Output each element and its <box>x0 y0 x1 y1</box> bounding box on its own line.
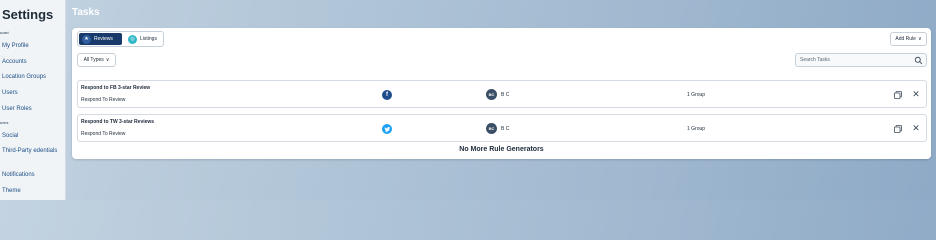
sidebar-item-users[interactable]: Users <box>2 90 18 97</box>
all-types-label: All Types <box>83 57 104 63</box>
task-group-count: 1 Group <box>687 126 706 132</box>
sidebar-item-user-roles[interactable]: User Roles <box>2 106 32 113</box>
search-box <box>795 53 927 67</box>
sidebar-item-theme[interactable]: Theme <box>2 188 21 195</box>
sidebar-item-accounts[interactable]: Accounts <box>2 59 27 66</box>
star-icon: ★ <box>82 34 91 44</box>
listings-icon: ◎ <box>128 34 137 44</box>
facebook-icon: f <box>382 90 392 100</box>
sidebar-item-location-groups[interactable]: Location Groups <box>2 74 46 81</box>
tab-reviews[interactable]: ★ Reviews <box>79 33 122 45</box>
avatar: BC <box>486 89 497 100</box>
chevron-down-icon: ∨ <box>917 36 922 42</box>
task-group-count: 1 Group <box>687 92 706 98</box>
search-icon[interactable] <box>914 56 923 65</box>
tab-reviews-label: Reviews <box>94 36 113 42</box>
task-row[interactable]: Respond to FB 3-star Review Respond To R… <box>77 80 927 108</box>
twitter-icon <box>382 124 392 134</box>
sidebar-item-notifications[interactable]: Notifications <box>2 172 35 179</box>
task-owner: B C <box>501 92 510 98</box>
all-types-dropdown[interactable]: All Types ∨ <box>77 53 116 67</box>
task-owner: B C <box>501 126 510 132</box>
sidebar-item-social[interactable]: Social <box>2 133 18 140</box>
tab-group: ★ Reviews ◎ Listings <box>77 31 164 47</box>
task-title: Respond to TW 3-star Reviews <box>81 119 155 125</box>
close-icon[interactable]: ✕ <box>910 122 922 134</box>
page-title: Tasks <box>72 7 100 18</box>
close-icon[interactable]: ✕ <box>910 88 922 100</box>
search-input[interactable] <box>796 54 908 66</box>
chevron-down-icon: ∨ <box>105 57 110 63</box>
add-rule-button[interactable]: Add Rule ∨ <box>890 32 927 46</box>
copy-icon[interactable] <box>893 90 903 100</box>
task-row[interactable]: Respond to TW 3-star Reviews Respond To … <box>77 114 927 142</box>
twitter-bird-icon <box>383 126 390 132</box>
sidebar-title: Settings <box>2 7 54 22</box>
sidebar-item-my-profile[interactable]: My Profile <box>2 43 29 50</box>
settings-sidebar: Settings ount My Profile Accounts Locati… <box>0 0 66 200</box>
copy-icon[interactable] <box>893 124 903 134</box>
sidebar-section-features: ures <box>0 120 9 125</box>
tab-listings-label: Listings <box>140 36 157 42</box>
no-more-message: No More Rule Generators <box>459 146 544 153</box>
tab-listings[interactable]: ◎ Listings <box>125 33 163 45</box>
add-rule-label: Add Rule <box>895 36 916 42</box>
sidebar-section-account: ount <box>0 30 9 35</box>
sidebar-item-third-party-credentials[interactable]: Third-Party edentials <box>2 148 62 155</box>
task-type: Respond To Review <box>81 97 126 103</box>
task-title: Respond to FB 3-star Review <box>81 85 151 91</box>
tasks-panel: ★ Reviews ◎ Listings Add Rule ∨ All Type… <box>72 28 931 159</box>
avatar: BC <box>486 123 497 134</box>
task-type: Respond To Review <box>81 131 126 137</box>
